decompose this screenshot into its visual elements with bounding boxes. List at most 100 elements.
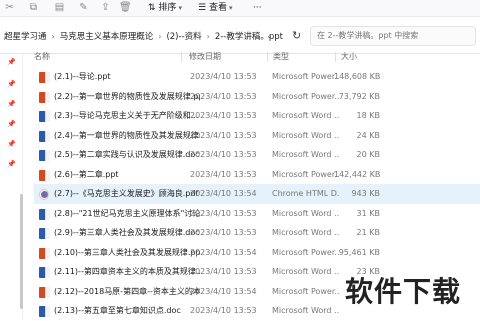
file-date: 2023/4/10 13:54 — [190, 247, 257, 257]
file-type: Microsoft Word ... — [272, 306, 340, 315]
pin-icon: 📌 — [7, 80, 16, 88]
breadcrumb-item[interactable]: 2--教学讲稿。ppt — [215, 32, 283, 42]
watermark: 软件下载 — [345, 275, 462, 308]
file-row[interactable]: (2.1)--导论.ppt 2023/4/10 13:53 Microsoft Po… — [34, 67, 480, 87]
file-size: 73,792 KB — [338, 91, 380, 101]
file-name: (2.12)--2018马原-第四章--资本主义的本... — [54, 286, 200, 296]
chevron-right-icon: › — [51, 32, 55, 41]
chevron-right-icon: › — [206, 32, 210, 41]
doc-icon — [39, 208, 50, 220]
column-header-type[interactable]: 类型 — [273, 50, 289, 64]
file-page-shape — [45, 306, 50, 317]
paste-icon[interactable]: ▤ — [54, 2, 65, 13]
file-name: (2.11)--第四章资本主义的本质及其规律... — [54, 267, 200, 276]
file-row[interactable]: (2.9)--第三章人类社会及其发展规律.doc 2023/4/10 13:53 M… — [34, 223, 480, 243]
file-row[interactable]: (2.7)--《马克思主义发展史》顾海良.pdf 2023/4/10 13:54 C… — [34, 184, 480, 204]
breadcrumb-item[interactable]: (2)--资料 — [166, 32, 201, 42]
ppt-icon — [39, 247, 50, 259]
file-row[interactable]: (2.6)--第二章.ppt 2023/4/10 13:53 Microsoft P… — [34, 165, 480, 185]
address-bar-row: 超星学习通 › 马克思主义基本原理概论 › (2)--资料 › 2--教学讲稿。ppt ⌄ … — [0, 17, 480, 54]
delete-icon[interactable]: 🗑 — [119, 2, 132, 13]
search-input[interactable]: 在 2--教学讲稿。ppt 中搜索 — [310, 26, 476, 46]
cut-icon[interactable]: ✂ — [4, 2, 15, 13]
column-header-date[interactable]: 修改日期 — [189, 50, 221, 64]
ppt-icon — [39, 91, 50, 103]
file-size: 31 KB — [356, 208, 380, 218]
file-type: Chrome HTML D... — [272, 189, 340, 198]
column-header-name[interactable]: 名称 — [34, 50, 50, 64]
file-size: 24 KB — [356, 130, 380, 140]
file-date: 2023/4/10 13:54 — [190, 189, 257, 198]
file-type: Microsoft Word ... — [272, 111, 340, 120]
file-page-shape — [45, 72, 50, 83]
command-toolbar: ✂ ⧉ ▤ ✎ ⇪ 🗑 ⇅ 排序 ▾ ☰ 查看 ▾ ··· — [0, 0, 480, 17]
pin-icon: 📌 — [7, 100, 16, 108]
file-name: (2.7)--《马克思主义发展史》顾海良.pdf — [54, 189, 199, 198]
file-date: 2023/4/10 13:53 — [190, 91, 257, 101]
doc-icon — [39, 130, 50, 142]
file-name: (2.3)--导论马克思主义关于无产阶级和... — [54, 111, 199, 120]
file-type: Microsoft Word ... — [272, 267, 340, 276]
chevron-down-icon[interactable]: ⌄ — [266, 31, 273, 40]
file-size: 18 KB — [356, 111, 380, 120]
file-page-shape — [45, 169, 50, 181]
file-row[interactable]: (2.4)--第一章世界的物质性及其发展规律... 2023/4/10 13:53… — [34, 126, 480, 146]
file-row[interactable]: (2.8)--"21世纪马克思主义原理体系"讨论... 2023/4/10 13:… — [34, 204, 480, 224]
doc-icon — [39, 267, 50, 278]
file-type: Microsoft Word ... — [272, 208, 340, 218]
view-button[interactable]: ☰ 查看 ▾ — [198, 1, 232, 15]
file-date: 2023/4/10 13:53 — [190, 306, 257, 315]
view-icon: ☰ — [198, 3, 207, 13]
share-icon[interactable]: ⇪ — [100, 2, 111, 13]
file-row[interactable]: (2.3)--导论马克思主义关于无产阶级和... 2023/4/10 13:53 M… — [34, 106, 480, 126]
chevron-right-icon: › — [158, 32, 162, 41]
file-page-shape — [45, 286, 50, 298]
file-type: Microsoft Word ... — [272, 228, 340, 237]
scrollbar[interactable] — [20, 194, 23, 309]
file-date: 2023/4/10 13:53 — [190, 169, 257, 179]
pin-icon: 📌 — [7, 140, 16, 148]
file-type: Microsoft Power... — [272, 169, 340, 179]
copy-icon[interactable]: ⧉ — [28, 2, 39, 13]
doc-icon — [39, 306, 50, 317]
ppt-icon — [39, 72, 50, 83]
file-name: (2.10)--第三章人类社会及其发展规律.ppt — [54, 247, 200, 257]
file-page-shape — [45, 208, 50, 220]
file-page-shape — [45, 247, 50, 259]
file-row[interactable]: (2.2)--第一章世界的物质性及发展规律.ppt 2023/4/10 13:53… — [34, 87, 480, 107]
file-type: Microsoft Power... — [272, 286, 340, 296]
file-type: Microsoft Power... — [272, 72, 340, 81]
ppt-icon — [39, 169, 50, 181]
file-page-shape — [45, 130, 50, 142]
pin-icon: 📌 — [7, 160, 16, 168]
file-name: (2.5)--第二章实践与认识及发展规律.doc — [54, 150, 200, 159]
file-type: Microsoft Word ... — [272, 150, 340, 159]
file-row[interactable]: (2.5)--第二章实践与认识及发展规律.doc 2023/4/10 13:53 M… — [34, 145, 480, 165]
file-date: 2023/4/10 13:53 — [190, 130, 257, 140]
breadcrumb[interactable]: 超星学习通 › 马克思主义基本原理概论 › (2)--资料 › 2--教学讲稿。ppt — [4, 29, 283, 45]
more-button[interactable]: ··· — [253, 1, 262, 15]
doc-icon — [39, 111, 50, 122]
file-date: 2023/4/10 13:54 — [190, 286, 257, 296]
sort-button[interactable]: ⇅ 排序 ▾ — [148, 1, 182, 15]
chevron-down-icon: ▾ — [178, 4, 182, 12]
file-name: (2.6)--第二章.ppt — [54, 169, 119, 179]
file-name: (2.8)--"21世纪马克思主义原理体系"讨论... — [54, 208, 200, 218]
file-size: 95,461 KB — [338, 247, 380, 257]
breadcrumb-item[interactable]: 超星学习通 — [4, 32, 47, 42]
rename-icon[interactable]: ✎ — [78, 2, 89, 13]
file-row[interactable]: (2.10)--第三章人类社会及其发展规律.ppt 2023/4/10 13:54… — [34, 243, 480, 263]
column-divider[interactable] — [267, 52, 268, 62]
pin-icon: 📌 — [7, 58, 16, 66]
doc-icon — [39, 150, 50, 161]
refresh-icon[interactable]: ↻ — [292, 29, 301, 42]
file-page-shape — [45, 228, 50, 239]
file-name: (2.1)--导论.ppt — [54, 72, 111, 81]
file-page-shape — [45, 91, 50, 103]
column-divider[interactable] — [181, 52, 182, 62]
column-header-size[interactable]: 大小 — [341, 50, 357, 64]
breadcrumb-item[interactable]: 马克思主义基本原理概论 — [60, 32, 154, 42]
column-divider[interactable] — [335, 52, 336, 62]
column-header-row: 名称 修改日期 类型 大小 — [31, 50, 480, 64]
file-date: 2023/4/10 13:53 — [190, 208, 257, 218]
